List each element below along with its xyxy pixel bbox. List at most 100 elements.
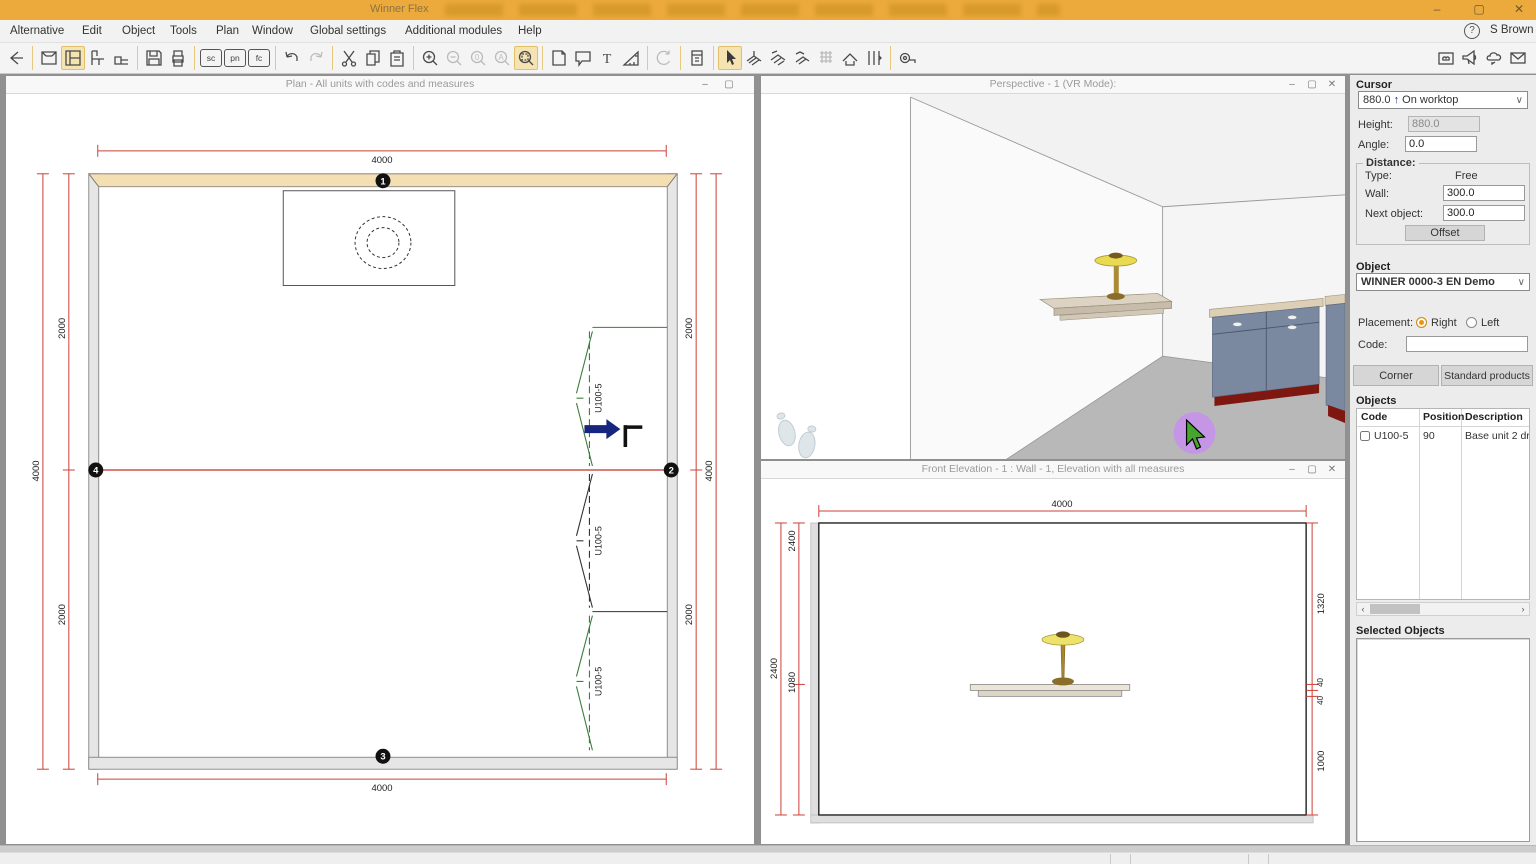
perspective-canvas[interactable]	[761, 94, 1345, 459]
app-maximize-button[interactable]: ▢	[1466, 2, 1492, 18]
unit-u100-5-middle[interactable]	[576, 474, 667, 612]
unit-u100-5-bottom[interactable]	[576, 616, 592, 751]
placement-right-label[interactable]: Right	[1431, 317, 1457, 329]
menu-window[interactable]: Window	[248, 20, 297, 43]
elevation-canvas[interactable]: 4000 2400 2400 1080 1320 40 40 1000	[761, 479, 1345, 844]
elevation-view-icon[interactable]	[61, 46, 85, 70]
row-position: 90	[1423, 430, 1459, 442]
placement-right-radio[interactable]	[1416, 317, 1427, 328]
angle-field[interactable]	[1405, 136, 1477, 152]
zoom-window-icon[interactable]	[514, 46, 538, 70]
next-object-field[interactable]	[1443, 205, 1525, 221]
menu-plan[interactable]: Plan	[212, 20, 243, 43]
elevation-window-titlebar[interactable]: Front Elevation - 1 : Wall - 1, Elevatio…	[761, 461, 1345, 479]
comment-icon[interactable]	[571, 46, 595, 70]
calculator-icon[interactable]	[685, 46, 709, 70]
placement-left-radio[interactable]	[1466, 317, 1477, 328]
col-position[interactable]: Position	[1423, 411, 1464, 423]
mail-icon[interactable]	[1506, 46, 1530, 70]
grid-icon[interactable]	[814, 46, 838, 70]
plan-window-titlebar[interactable]: Plan - All units with codes and measures…	[6, 76, 754, 94]
row-checkbox[interactable]	[1360, 431, 1370, 441]
sc-button[interactable]: sc	[200, 49, 222, 67]
standard-products-button[interactable]: Standard products	[1441, 365, 1533, 386]
perspective-window-titlebar[interactable]: Perspective - 1 (VR Mode): – ▢ ✕	[761, 76, 1345, 94]
fc-button[interactable]: fc	[248, 49, 270, 67]
unit-u100-5-top[interactable]	[576, 327, 667, 466]
redo-icon[interactable]	[304, 46, 328, 70]
perspective-maximize-button[interactable]: ▢	[1303, 78, 1321, 92]
elevation-drawing[interactable]: 4000 2400 2400 1080 1320 40 40 1000	[761, 479, 1345, 844]
cursor-mode-dropdown[interactable]: 880.0 ↑ On worktop ∨	[1358, 91, 1528, 109]
pn-button[interactable]: pn	[224, 49, 246, 67]
paste-icon[interactable]	[385, 46, 409, 70]
wall-tool-2-icon[interactable]	[766, 46, 790, 70]
ceiling-lamp-symbol[interactable]	[283, 191, 455, 286]
undo-icon[interactable]	[280, 46, 304, 70]
corner-view-icon[interactable]	[109, 46, 133, 70]
structure-view-icon[interactable]	[85, 46, 109, 70]
user-name[interactable]: S Brown	[1490, 24, 1533, 36]
menu-help[interactable]: Help	[514, 20, 546, 43]
plan-view-icon[interactable]	[37, 46, 61, 70]
zoom-in-icon[interactable]	[418, 46, 442, 70]
menu-global-settings[interactable]: Global settings	[306, 20, 390, 43]
save-icon[interactable]	[142, 46, 166, 70]
perspective-close-button[interactable]: ✕	[1323, 78, 1341, 92]
selected-objects-list[interactable]	[1356, 638, 1530, 842]
zoom-fit-icon[interactable]: A	[490, 46, 514, 70]
col-code[interactable]: Code	[1361, 411, 1387, 423]
align-walls-icon[interactable]	[862, 46, 886, 70]
wall-distance-field[interactable]	[1443, 185, 1525, 201]
back-icon[interactable]	[4, 46, 28, 70]
menu-edit[interactable]: Edit	[78, 20, 106, 43]
tape-measure-icon[interactable]	[895, 46, 919, 70]
elevation-minimize-button[interactable]: –	[1283, 463, 1301, 477]
plan-minimize-button[interactable]: –	[696, 78, 714, 92]
plan-canvas[interactable]: 4000 4000 4000 2000 2000 2000 2000 4000 …	[6, 94, 754, 844]
scroll-strip[interactable]	[0, 845, 1536, 852]
code-field[interactable]	[1406, 336, 1528, 352]
plan-drawing[interactable]: 4000 4000 4000 2000 2000 2000 2000 4000 …	[6, 94, 754, 844]
menu-tools[interactable]: Tools	[166, 20, 201, 43]
app-minimize-button[interactable]: –	[1424, 2, 1450, 18]
wall-tool-1-icon[interactable]	[742, 46, 766, 70]
zoom-out-icon[interactable]	[442, 46, 466, 70]
elevation-close-button[interactable]: ✕	[1323, 463, 1341, 477]
megaphone-icon[interactable]	[1458, 46, 1482, 70]
scroll-left-icon[interactable]: ‹	[1357, 603, 1369, 615]
measure-icon[interactable]	[619, 46, 643, 70]
shelf-elevation[interactable]	[970, 684, 1129, 696]
wall-tool-3-icon[interactable]	[790, 46, 814, 70]
print-icon[interactable]	[166, 46, 190, 70]
cut-icon[interactable]	[337, 46, 361, 70]
cloud-folder-icon[interactable]	[1434, 46, 1458, 70]
menu-alternative[interactable]: Alternative	[6, 20, 68, 43]
perspective-minimize-button[interactable]: –	[1283, 78, 1301, 92]
roof-tool-icon[interactable]	[838, 46, 862, 70]
text-tool-icon[interactable]: T	[595, 46, 619, 70]
copy-icon[interactable]	[361, 46, 385, 70]
catalog-dropdown[interactable]: WINNER 0000-3 EN Demo ∨	[1356, 273, 1530, 291]
scroll-right-icon[interactable]: ›	[1517, 603, 1529, 615]
menu-object[interactable]: Object	[118, 20, 159, 43]
corner-button[interactable]: Corner	[1353, 365, 1439, 386]
scrollbar-thumb[interactable]	[1370, 604, 1420, 614]
plan-maximize-button[interactable]: ▢	[720, 78, 738, 92]
placement-left-label[interactable]: Left	[1481, 317, 1499, 329]
perspective-3d-view[interactable]	[761, 94, 1345, 459]
elevation-maximize-button[interactable]: ▢	[1303, 463, 1321, 477]
offset-button[interactable]: Offset	[1405, 225, 1485, 241]
height-field[interactable]	[1408, 116, 1480, 132]
col-description[interactable]: Description	[1465, 411, 1523, 423]
help-icon[interactable]: ?	[1464, 23, 1480, 39]
app-close-button[interactable]: ✕	[1506, 2, 1532, 18]
select-arrow-icon[interactable]	[718, 46, 742, 70]
objects-table[interactable]: Code Position Description U100-5 90 Base…	[1356, 408, 1530, 600]
note-icon[interactable]	[547, 46, 571, 70]
menu-additional-modules[interactable]: Additional modules	[401, 20, 506, 43]
rotate-icon[interactable]	[652, 46, 676, 70]
objects-h-scrollbar[interactable]: ‹ ›	[1356, 602, 1530, 616]
cloud-chat-icon[interactable]	[1482, 46, 1506, 70]
zoom-100-icon[interactable]: 0	[466, 46, 490, 70]
